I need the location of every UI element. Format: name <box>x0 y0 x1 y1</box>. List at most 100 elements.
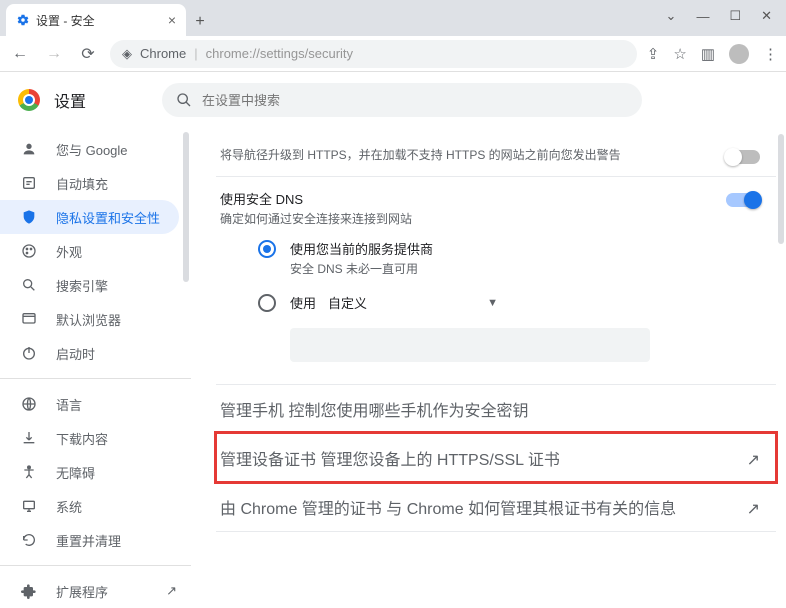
row-sub: 确定如何通过安全连接来连接到网站 <box>220 210 412 227</box>
reset-icon <box>20 532 38 548</box>
accessibility-icon <box>20 464 38 480</box>
row-sub: 将导航径升级到 HTTPS，并在加载不支持 HTTPS 的网站之前向您发出警告 <box>220 146 621 163</box>
sidebar-item-on-startup[interactable]: 启动时 <box>0 336 191 370</box>
sidebar-item-appearance[interactable]: 外观 <box>0 234 191 268</box>
sidebar-item-label: 下载内容 <box>56 429 108 448</box>
bookmark-icon[interactable]: ☆ <box>673 45 686 63</box>
chevron-down-icon: ▼ <box>487 297 498 309</box>
row-chrome-managed-certs[interactable]: 由 Chrome 管理的证书 与 Chrome 如何管理其根证书有关的信息 ↗ <box>216 482 776 531</box>
autofill-icon <box>20 175 38 191</box>
content-area: 将导航径升级到 HTTPS，并在加载不支持 HTTPS 的网站之前向您发出警告 … <box>192 128 786 542</box>
sidebar-item-default-browser[interactable]: 默认浏览器 <box>0 302 191 336</box>
search-icon <box>20 277 38 293</box>
window-controls: ⌄ — ☐ ✕ <box>666 0 786 32</box>
search-icon <box>176 92 192 108</box>
search-box[interactable] <box>162 83 642 117</box>
sidebar-item-label: 外观 <box>56 242 82 261</box>
row-label: 管理手机 <box>220 403 284 420</box>
sidebar-item-autofill[interactable]: 自动填充 <box>0 166 191 200</box>
extension-icon <box>20 583 38 599</box>
toggle-secure-dns[interactable] <box>726 193 760 207</box>
external-link-icon: ↗ <box>166 583 177 599</box>
page-title: 设置 <box>54 88 86 112</box>
gear-icon <box>16 13 30 27</box>
sidebar-item-label: 扩展程序 <box>56 582 108 601</box>
row-https-upgrade[interactable]: 将导航径升级到 HTTPS，并在加载不支持 HTTPS 的网站之前向您发出警告 <box>216 134 776 176</box>
sidebar-item-label: 搜索引擎 <box>56 276 108 295</box>
download-icon <box>20 430 38 446</box>
radio-current-provider[interactable]: 使用您当前的服务提供商 安全 DNS 未必一直可用 <box>258 231 760 285</box>
chrome-page-icon: ◈ <box>122 46 132 62</box>
sidebar-divider <box>0 565 191 566</box>
row-label: 使用安全 DNS <box>220 189 412 208</box>
row-sub: 控制您使用哪些手机作为安全密钥 <box>288 403 528 420</box>
sidebar-item-reset[interactable]: 重置并清理 <box>0 523 191 557</box>
external-link-icon: ↗ <box>747 499 760 519</box>
row-advanced-protection[interactable]: Google 高级保护计划 为所有可能会遭到定向攻击的个人 Google 帐号提… <box>216 531 776 542</box>
system-icon <box>20 498 38 514</box>
person-icon <box>20 141 38 157</box>
sidebar-item-label: 无障碍 <box>56 463 95 482</box>
dns-custom-input[interactable] <box>290 328 650 362</box>
omnibox[interactable]: ◈ Chrome | chrome://settings/security <box>110 40 637 68</box>
content-scrollbar[interactable] <box>778 134 784 244</box>
close-tab-icon[interactable]: × <box>168 12 176 28</box>
radio-label: 使用您当前的服务提供商 <box>290 239 433 258</box>
profile-avatar[interactable] <box>729 44 749 64</box>
sidebar-item-label: 您与 Google <box>56 140 128 159</box>
sidebar: 您与 Google 自动填充 隐私设置和安全性 外观 搜索引擎 默认浏览器 启动… <box>0 128 192 542</box>
sidebar-item-search-engine[interactable]: 搜索引擎 <box>0 268 191 302</box>
maximize-icon[interactable]: ☐ <box>729 8 741 24</box>
sidebar-item-label: 语言 <box>56 395 82 414</box>
power-icon <box>20 345 38 361</box>
sidebar-item-accessibility[interactable]: 无障碍 <box>0 455 191 489</box>
sidebar-item-you-and-google[interactable]: 您与 Google <box>0 132 191 166</box>
sidebar-scrollbar[interactable] <box>183 132 189 282</box>
shield-icon <box>20 209 38 225</box>
new-tab-button[interactable]: + <box>186 8 214 36</box>
sidebar-item-label: 启动时 <box>56 344 95 363</box>
select-value: 自定义 <box>328 293 367 312</box>
search-input[interactable] <box>202 93 628 108</box>
radio-label: 使用 <box>290 293 316 312</box>
forward-button[interactable]: → <box>42 42 66 66</box>
sidebar-item-privacy-security[interactable]: 隐私设置和安全性 <box>0 200 179 234</box>
sidebar-item-label: 默认浏览器 <box>56 310 121 329</box>
tab-title: 设置 - 安全 <box>36 12 95 29</box>
share-icon[interactable]: ⇪ <box>647 45 660 63</box>
menu-icon[interactable]: ⋮ <box>763 45 778 63</box>
globe-icon <box>20 396 38 412</box>
minimize-icon[interactable]: — <box>696 9 709 24</box>
external-link-icon: ↗ <box>747 450 760 470</box>
side-panel-icon[interactable]: ▥ <box>701 45 715 63</box>
row-label: 管理设备证书 <box>220 452 316 469</box>
dns-provider-select[interactable]: 自定义 ▼ <box>328 293 498 312</box>
sidebar-item-label: 系统 <box>56 497 82 516</box>
row-sub: 与 Chrome 如何管理其根证书有关的信息 <box>386 501 676 518</box>
sidebar-item-downloads[interactable]: 下载内容 <box>0 421 191 455</box>
reload-button[interactable]: ⟳ <box>76 42 100 66</box>
sidebar-item-system[interactable]: 系统 <box>0 489 191 523</box>
back-button[interactable]: ← <box>8 42 32 66</box>
page-header: 设置 <box>0 72 786 128</box>
chevron-down-icon[interactable]: ⌄ <box>666 8 677 24</box>
sidebar-item-extensions[interactable]: 扩展程序 ↗ <box>0 574 191 608</box>
row-manage-certificates[interactable]: 管理设备证书 管理您设备上的 HTTPS/SSL 证书 ↗ <box>216 433 776 482</box>
radio-icon <box>258 294 276 312</box>
omnibox-url: chrome://settings/security <box>206 46 353 61</box>
browser-icon <box>20 311 38 327</box>
radio-sub: 安全 DNS 未必一直可用 <box>290 260 433 277</box>
chrome-logo-icon <box>18 89 40 111</box>
sidebar-divider <box>0 378 191 379</box>
toolbar-actions: ⇪ ☆ ▥ ⋮ <box>647 44 778 64</box>
sidebar-item-languages[interactable]: 语言 <box>0 387 191 421</box>
row-sub: 管理您设备上的 HTTPS/SSL 证书 <box>320 452 559 469</box>
toolbar: ← → ⟳ ◈ Chrome | chrome://settings/secur… <box>0 36 786 72</box>
toggle-https-upgrade[interactable] <box>726 150 760 164</box>
radio-custom-provider[interactable]: 使用 自定义 ▼ <box>258 285 760 320</box>
sidebar-item-label: 重置并清理 <box>56 531 121 550</box>
row-manage-phones[interactable]: 管理手机 控制您使用哪些手机作为安全密钥 <box>216 384 776 433</box>
browser-tab[interactable]: 设置 - 安全 × <box>6 4 186 36</box>
sidebar-item-label: 自动填充 <box>56 174 108 193</box>
close-window-icon[interactable]: ✕ <box>761 8 772 24</box>
